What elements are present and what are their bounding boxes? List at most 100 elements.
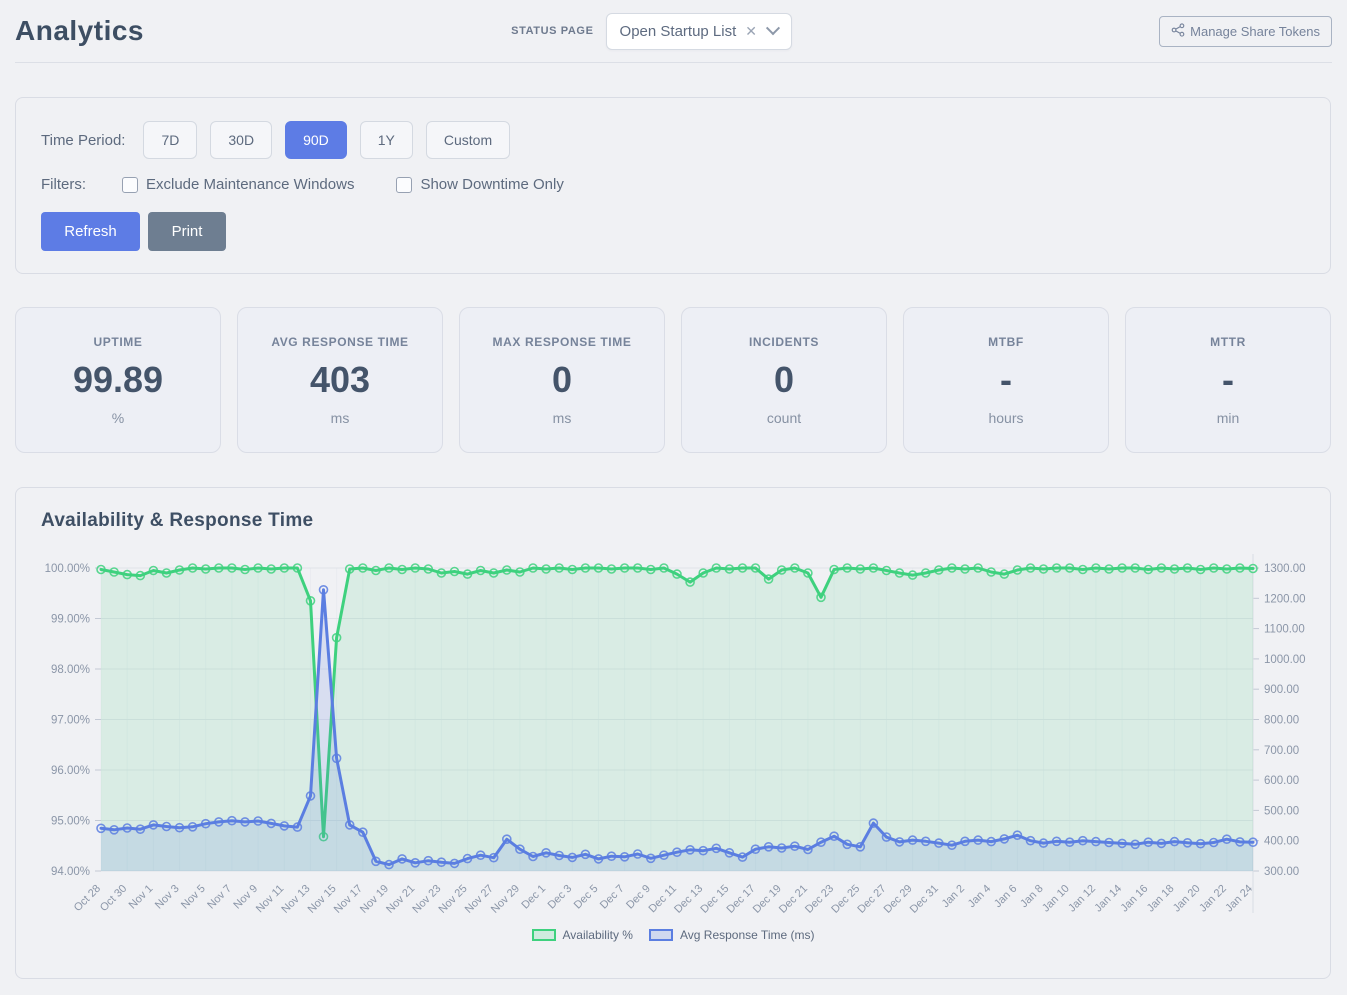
exclude-maintenance-checkbox[interactable]: [122, 177, 138, 193]
svg-text:Dec 5: Dec 5: [572, 883, 601, 912]
svg-text:Nov 17: Nov 17: [332, 883, 365, 916]
svg-text:100.00%: 100.00%: [45, 563, 90, 575]
app-title: Analytics: [15, 15, 144, 47]
chevron-down-icon: [766, 21, 780, 35]
svg-text:Dec 21: Dec 21: [777, 883, 810, 916]
svg-text:Nov 7: Nov 7: [205, 883, 234, 912]
stat-value: -: [1222, 359, 1234, 401]
svg-text:Dec 3: Dec 3: [546, 883, 575, 912]
availability-response-chart: 100.00%99.00%98.00%97.00%96.00%95.00%94.…: [16, 543, 1330, 923]
time-period-90d-button[interactable]: 90D: [285, 121, 347, 159]
svg-text:500.00: 500.00: [1264, 805, 1299, 817]
filter-panel: Time Period: 7D 30D 90D 1Y Custom Filter…: [15, 97, 1331, 274]
svg-text:600.00: 600.00: [1264, 775, 1299, 787]
svg-text:Dec 31: Dec 31: [908, 883, 941, 916]
svg-text:Dec 1: Dec 1: [519, 883, 548, 912]
clear-selection-icon[interactable]: ✕: [745, 24, 757, 38]
chart-title: Availability & Response Time: [41, 510, 313, 532]
stat-value: 0: [552, 359, 572, 401]
svg-text:Dec 23: Dec 23: [803, 883, 836, 916]
exclude-maintenance-label: Exclude Maintenance Windows: [146, 176, 354, 193]
legend-label: Availability %: [563, 928, 633, 942]
time-period-row: Time Period: 7D 30D 90D 1Y Custom: [41, 121, 1305, 159]
svg-text:Nov 27: Nov 27: [463, 883, 496, 916]
svg-text:Nov 3: Nov 3: [153, 883, 182, 912]
svg-text:Jan 2: Jan 2: [940, 883, 968, 911]
svg-text:Dec 25: Dec 25: [829, 883, 862, 916]
svg-text:Jan 24: Jan 24: [1223, 883, 1255, 915]
svg-text:Dec 27: Dec 27: [855, 883, 888, 916]
show-downtime-checkbox[interactable]: [396, 177, 412, 193]
stat-card-uptime: UPTIME 99.89 %: [15, 307, 221, 453]
status-page-selected-value: Open Startup List: [620, 23, 737, 40]
actions-row: Refresh Print: [41, 212, 1305, 251]
time-period-label: Time Period:: [41, 132, 125, 149]
stat-unit: min: [1217, 410, 1240, 426]
svg-text:95.00%: 95.00%: [51, 816, 90, 828]
svg-text:Dec 19: Dec 19: [751, 883, 784, 916]
svg-text:Jan 12: Jan 12: [1066, 883, 1098, 915]
stat-value: -: [1000, 359, 1012, 401]
svg-text:99.00%: 99.00%: [51, 614, 90, 626]
stats-row: UPTIME 99.89 % AVG RESPONSE TIME 403 ms …: [15, 307, 1331, 453]
status-page-select[interactable]: Open Startup List ✕: [606, 13, 792, 50]
svg-text:800.00: 800.00: [1264, 715, 1299, 727]
stat-label: AVG RESPONSE TIME: [271, 335, 408, 349]
stat-label: MAX RESPONSE TIME: [493, 335, 632, 349]
stat-unit: %: [112, 410, 124, 426]
svg-text:Nov 15: Nov 15: [306, 883, 339, 916]
show-downtime-label: Show Downtime Only: [420, 176, 563, 193]
stat-value: 0: [774, 359, 794, 401]
stat-card-mttr: MTTR - min: [1125, 307, 1331, 453]
svg-text:Jan 14: Jan 14: [1092, 883, 1124, 915]
svg-text:Nov 23: Nov 23: [410, 883, 443, 916]
svg-text:900.00: 900.00: [1264, 684, 1299, 696]
svg-text:Nov 19: Nov 19: [358, 883, 391, 916]
svg-text:1100.00: 1100.00: [1264, 624, 1305, 636]
stat-label: UPTIME: [94, 335, 143, 349]
stat-card-mtbf: MTBF - hours: [903, 307, 1109, 453]
stat-card-avg-response: AVG RESPONSE TIME 403 ms: [237, 307, 443, 453]
stat-unit: ms: [331, 410, 350, 426]
availability-chart-card: Availability & Response Time 100.00% 99.0…: [15, 487, 1331, 979]
svg-text:Oct 28: Oct 28: [72, 883, 103, 914]
svg-text:Jan 20: Jan 20: [1171, 883, 1203, 915]
svg-text:Jan 22: Jan 22: [1197, 883, 1229, 915]
filters-label: Filters:: [41, 176, 86, 193]
availability-swatch-icon: [532, 929, 556, 941]
svg-text:98.00%: 98.00%: [51, 664, 90, 676]
analytics-page: { "header": { "title": "Analytics", "sta…: [0, 0, 1347, 995]
time-period-custom-button[interactable]: Custom: [426, 121, 510, 159]
svg-text:Jan 6: Jan 6: [992, 883, 1020, 911]
svg-text:700.00: 700.00: [1264, 745, 1299, 757]
share-icon: [1171, 23, 1185, 40]
refresh-button[interactable]: Refresh: [41, 212, 140, 251]
stat-label: INCIDENTS: [749, 335, 819, 349]
svg-text:Dec 13: Dec 13: [672, 883, 705, 916]
stat-unit: hours: [988, 410, 1023, 426]
svg-text:1000.00: 1000.00: [1264, 654, 1306, 666]
svg-text:Dec 17: Dec 17: [725, 883, 758, 916]
stat-value: 403: [310, 359, 370, 401]
svg-text:Jan 16: Jan 16: [1119, 883, 1151, 915]
status-page-zone: STATUS PAGE Open Startup List ✕: [511, 13, 792, 50]
svg-text:1200.00: 1200.00: [1264, 593, 1306, 605]
status-page-label: STATUS PAGE: [511, 25, 593, 37]
manage-share-tokens-button[interactable]: Manage Share Tokens: [1159, 16, 1332, 47]
time-period-30d-button[interactable]: 30D: [210, 121, 272, 159]
time-period-1y-button[interactable]: 1Y: [360, 121, 413, 159]
time-period-7d-button[interactable]: 7D: [143, 121, 197, 159]
legend-item-availability: Availability %: [532, 928, 633, 942]
svg-text:Nov 13: Nov 13: [279, 883, 312, 916]
svg-text:Dec 7: Dec 7: [598, 883, 627, 912]
svg-text:97.00%: 97.00%: [51, 715, 90, 727]
filters-row: Filters: Exclude Maintenance Windows Sho…: [41, 176, 1305, 193]
svg-text:Oct 30: Oct 30: [98, 883, 129, 914]
svg-text:1300.00: 1300.00: [1264, 563, 1306, 575]
show-downtime-group: Show Downtime Only: [396, 176, 563, 193]
print-button[interactable]: Print: [148, 212, 226, 251]
svg-text:Nov 25: Nov 25: [437, 883, 470, 916]
svg-text:94.00%: 94.00%: [51, 866, 90, 878]
svg-text:Jan 10: Jan 10: [1040, 883, 1072, 915]
svg-text:Nov 21: Nov 21: [384, 883, 417, 916]
